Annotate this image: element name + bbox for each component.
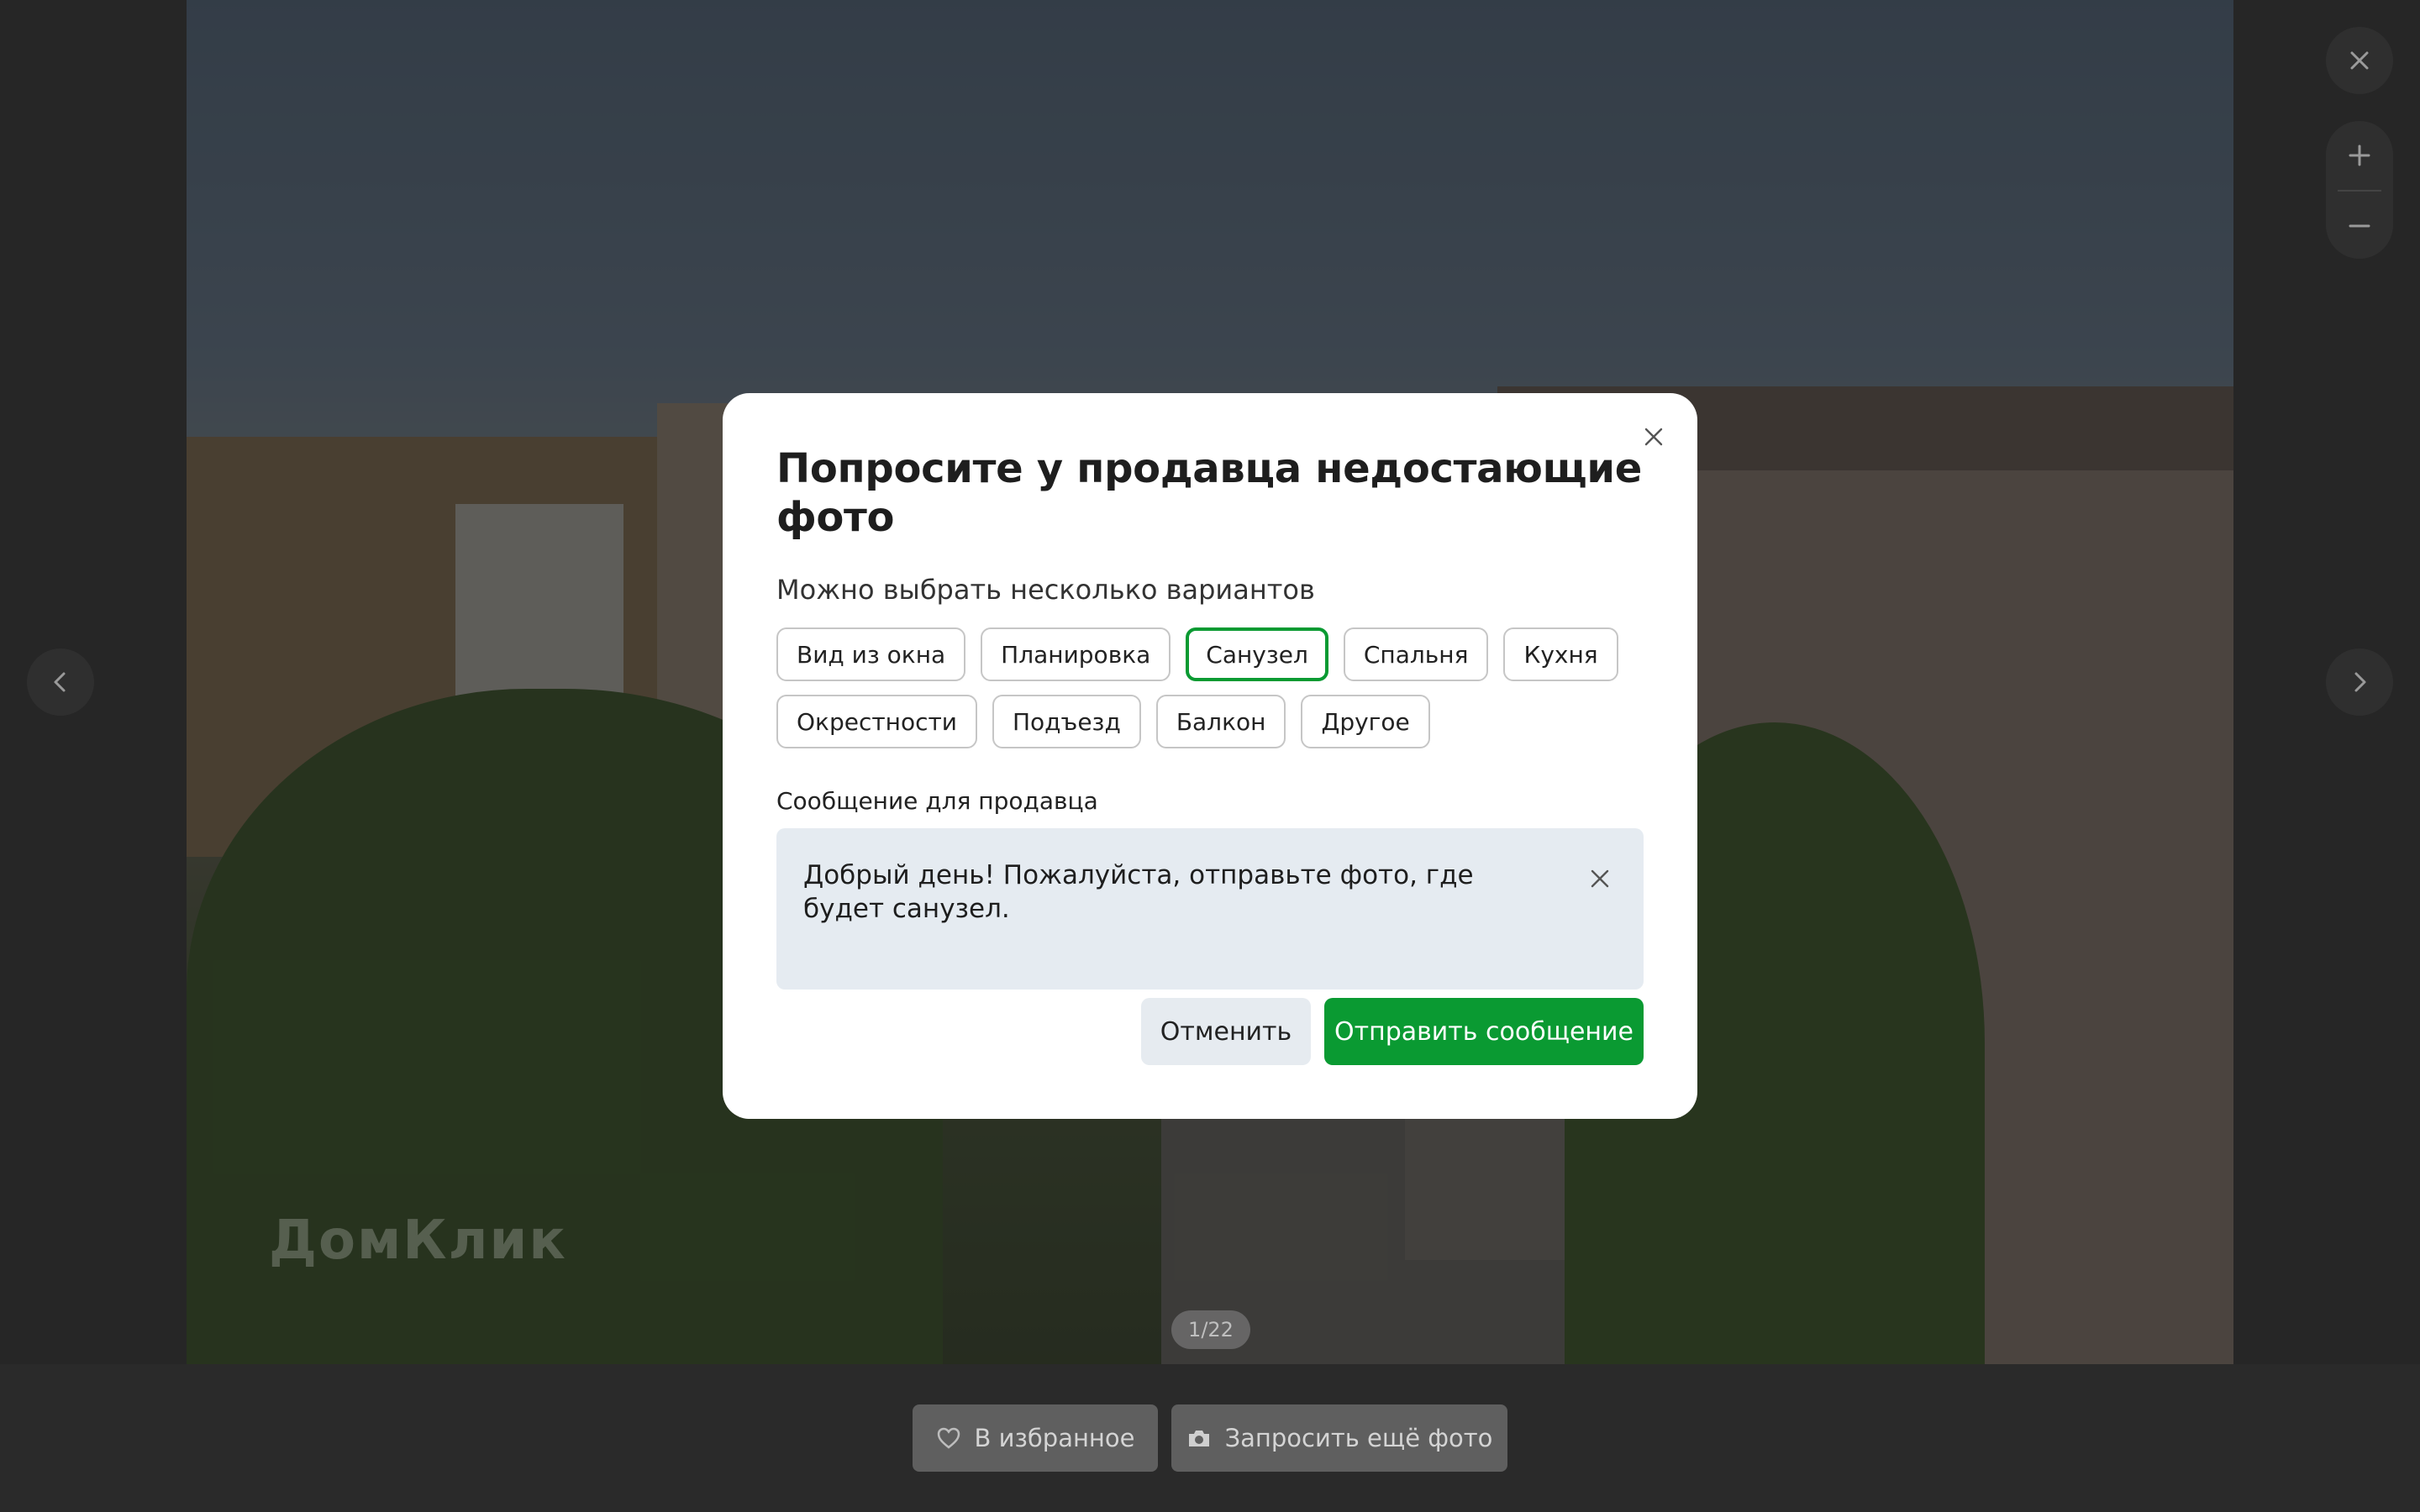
close-icon [1644, 428, 1663, 446]
dialog-title: Попросите у продавца недостающие фото [776, 445, 1642, 541]
minus-icon [2349, 224, 2370, 228]
zoom-controls [2326, 121, 2393, 259]
message-label: Сообщение для продавца [776, 787, 1098, 816]
chevron-right-icon [2354, 672, 2366, 692]
watermark: ДомКлик [269, 1210, 567, 1272]
favorite-label: В избранное [974, 1424, 1135, 1452]
option-chip[interactable]: Планировка [981, 627, 1171, 682]
dialog-close-button[interactable] [1630, 413, 1677, 460]
option-chip[interactable]: Спальня [1343, 627, 1489, 682]
option-chip[interactable]: Балкон [1155, 695, 1286, 749]
zoom-out-button[interactable] [2326, 192, 2393, 259]
dialog-subtitle: Можно выбрать несколько вариантов [776, 574, 1315, 606]
clear-message-button[interactable] [1585, 864, 1615, 894]
option-chip[interactable]: Санузел [1186, 627, 1328, 682]
favorite-button[interactable]: В избранное [913, 1404, 1158, 1472]
photo-counter: 1/22 [1171, 1310, 1250, 1349]
dialog-actions: Отменить Отправить сообщение [1141, 998, 1644, 1065]
heart-icon [937, 1427, 960, 1449]
photo-type-options: Вид из окна Планировка Санузел Спальня Кухня… [776, 627, 1650, 749]
message-text: Добрый день! Пожалуйста, отправьте фото,… [803, 860, 1474, 925]
zoom-in-button[interactable] [2326, 121, 2393, 190]
camera-icon [1188, 1431, 1209, 1446]
close-icon [1591, 869, 1609, 888]
option-chip[interactable]: Кухня [1503, 627, 1618, 682]
viewer-close-button[interactable] [2326, 27, 2393, 94]
close-icon [2350, 51, 2369, 70]
request-more-photos-button[interactable]: Запросить ещё фото [1171, 1404, 1507, 1472]
option-chip[interactable]: Другое [1301, 695, 1430, 749]
request-photos-dialog: Попросите у продавца недостающие фото Мо… [723, 393, 1697, 1119]
next-photo-button[interactable] [2326, 648, 2393, 716]
option-chip[interactable]: Окрестности [776, 695, 977, 749]
cancel-button[interactable]: Отменить [1141, 998, 1311, 1065]
request-more-photos-label: Запросить ещё фото [1224, 1424, 1493, 1452]
previous-photo-button[interactable] [27, 648, 94, 716]
option-chip[interactable]: Вид из окна [776, 627, 966, 682]
option-chip[interactable]: Подъезд [992, 695, 1141, 749]
plus-icon [2349, 144, 2370, 166]
send-message-button[interactable]: Отправить сообщение [1324, 998, 1644, 1065]
bottom-bar: В избранное Запросить ещё фото [0, 1364, 2420, 1512]
message-field[interactable]: Добрый день! Пожалуйста, отправьте фото,… [776, 828, 1644, 990]
chevron-left-icon [54, 672, 66, 692]
